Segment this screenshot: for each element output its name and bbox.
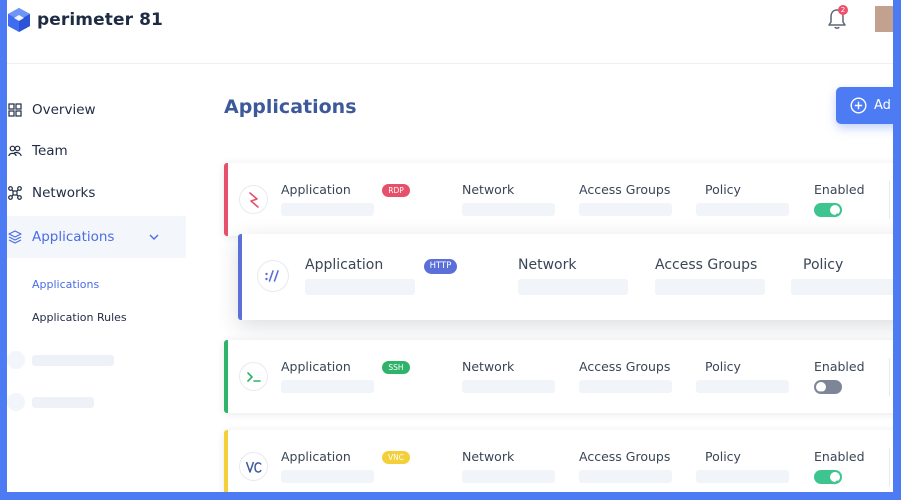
card-accent [238, 234, 242, 320]
http-icon [265, 270, 279, 282]
brand-logo[interactable]: perimeter 81 [7, 7, 163, 33]
protocol-tag: HTTP [424, 259, 457, 274]
application-label: Application [305, 257, 384, 273]
cube-logo-icon [8, 8, 30, 32]
enabled-toggle[interactable] [814, 470, 842, 485]
add-button-label: Ad [874, 98, 891, 113]
toggle-knob [830, 472, 840, 485]
protocol-tag: RDP [382, 184, 410, 197]
access-groups-label: Access Groups [579, 449, 671, 464]
policy-label: Policy [705, 359, 741, 374]
add-application-button[interactable]: Ad [836, 87, 893, 124]
loading-placeholder-bar [32, 397, 94, 408]
policy-label: Policy [705, 449, 741, 464]
toggle-knob [830, 205, 840, 218]
ssh-app-icon [239, 362, 268, 391]
access-groups-label: Access Groups [579, 182, 671, 197]
network-label: Network [462, 359, 515, 374]
application-label: Application [281, 182, 351, 197]
value-placeholder [462, 470, 555, 483]
check-icon [832, 213, 838, 218]
value-placeholder [579, 380, 672, 393]
terminal-icon [246, 371, 261, 382]
value-placeholder [791, 279, 893, 295]
sidebar-item-networks[interactable]: Networks [7, 172, 186, 214]
policy-label: Policy [705, 182, 741, 197]
sub-item-application-rules[interactable]: Application Rules [32, 311, 127, 324]
application-label: Application [281, 449, 351, 464]
loading-placeholder-dot [7, 351, 25, 369]
enabled-toggle[interactable] [814, 380, 842, 394]
enabled-label: Enabled [814, 359, 865, 374]
access-groups-label: Access Groups [579, 359, 671, 374]
enabled-label: Enabled [814, 449, 865, 464]
brand-name: perimeter 81 [37, 10, 163, 30]
value-placeholder [579, 203, 672, 216]
vnc-app-icon [239, 452, 268, 481]
value-placeholder [655, 279, 765, 295]
vnc-icon [245, 461, 262, 473]
value-placeholder [281, 380, 374, 393]
enabled-toggle[interactable] [814, 203, 842, 218]
value-placeholder [462, 380, 555, 393]
application-label: Application [281, 359, 351, 374]
loading-placeholder-bar [32, 355, 114, 366]
value-placeholder [305, 279, 415, 295]
notification-badge: 2 [838, 5, 848, 15]
protocol-tag: SSH [382, 361, 410, 374]
value-placeholder [696, 470, 789, 483]
enabled-label: Enabled [814, 182, 865, 197]
sidebar-item-applications[interactable]: Applications [7, 216, 186, 258]
application-card-rdp[interactable]: Application RDP Network Access Groups Po… [224, 163, 893, 236]
value-placeholder [518, 279, 628, 295]
card-accent [224, 340, 228, 413]
sub-item-applications[interactable]: Applications [32, 278, 99, 291]
user-avatar[interactable] [875, 6, 893, 32]
policy-label: Policy [803, 257, 844, 273]
sidebar-item-label: Team [32, 143, 68, 159]
page-title: Applications [224, 96, 357, 118]
protocol-tag: VNC [382, 451, 410, 464]
grid-icon [8, 103, 22, 117]
sidebar-item-label: Networks [32, 185, 96, 201]
value-placeholder [696, 380, 789, 393]
sidebar-item-label: Applications [32, 229, 115, 245]
plus-circle-icon [850, 97, 867, 114]
toggle-knob [816, 382, 826, 393]
value-placeholder [462, 203, 555, 216]
value-placeholder [281, 203, 374, 216]
column-divider [889, 358, 890, 396]
value-placeholder [579, 470, 672, 483]
sidebar-item-label: Overview [32, 102, 96, 118]
rdp-icon [248, 191, 259, 208]
chevron-down-icon[interactable] [148, 231, 160, 243]
sidebar-item-team[interactable]: Team [7, 130, 186, 172]
value-placeholder [281, 470, 374, 483]
layers-icon [8, 230, 22, 244]
column-divider [889, 448, 890, 486]
card-accent [224, 430, 228, 492]
minus-icon [818, 391, 824, 393]
application-card-vnc[interactable]: Application VNC Network Access Groups Po… [224, 430, 893, 492]
http-app-icon [257, 260, 289, 292]
card-accent [224, 163, 228, 236]
network-label: Network [518, 257, 577, 273]
column-divider [889, 181, 890, 219]
users-icon [8, 145, 22, 157]
rdp-app-icon [239, 185, 268, 214]
access-groups-label: Access Groups [655, 257, 758, 273]
app-window: perimeter 81 2 Overview Team Networks Ap… [7, 0, 893, 492]
network-label: Network [462, 449, 515, 464]
network-label: Network [462, 182, 515, 197]
application-card-ssh[interactable]: Application SSH Network Access Groups Po… [224, 340, 893, 413]
top-header: perimeter 81 2 [7, 0, 893, 64]
value-placeholder [696, 203, 789, 216]
network-icon [8, 186, 22, 200]
sidebar-item-overview[interactable]: Overview [7, 89, 186, 131]
loading-placeholder-dot [7, 393, 25, 411]
application-card-http[interactable]: Application HTTP Network Access Groups P… [238, 234, 893, 320]
check-icon [832, 480, 838, 485]
